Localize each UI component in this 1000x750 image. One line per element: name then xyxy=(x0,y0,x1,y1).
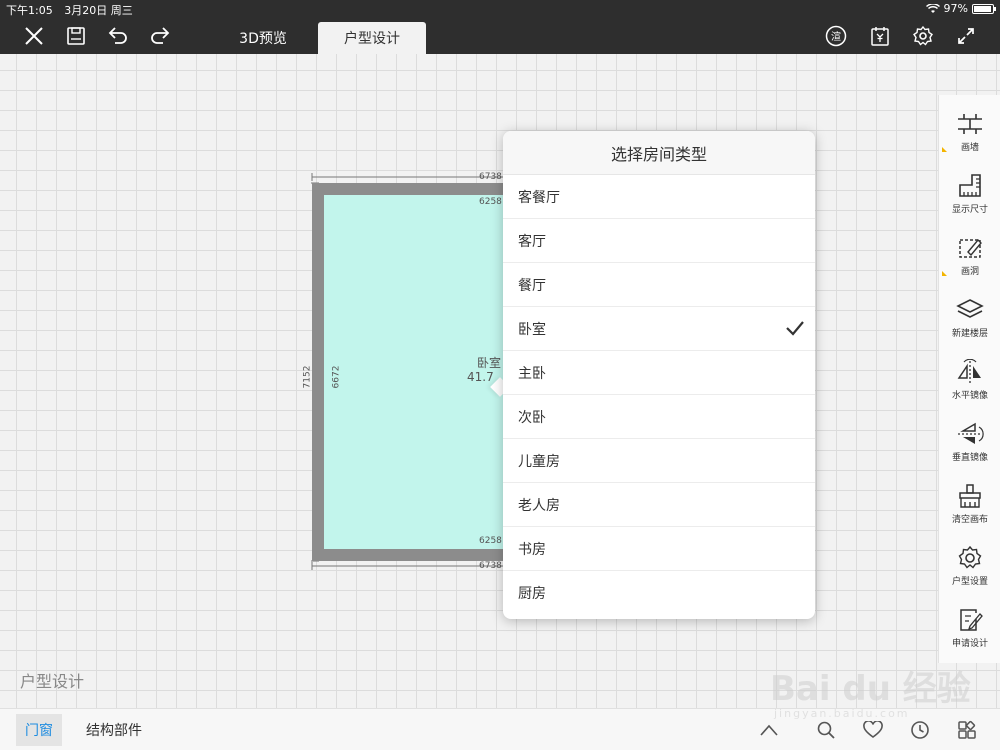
dim-outer-left: 7152 xyxy=(302,365,313,389)
side-draw-wall[interactable]: 画墙 xyxy=(939,103,1000,163)
wall-draw-icon xyxy=(958,114,982,134)
side-new-floor[interactable]: 新建楼层 xyxy=(939,289,1000,349)
brush-icon xyxy=(959,484,981,508)
baidu-watermark: Bai du 经验 jingyan.baidu.com xyxy=(770,655,980,725)
popover-title: 选择房间类型 xyxy=(503,131,815,175)
tab-doors-windows[interactable]: 门窗 xyxy=(16,714,62,746)
side-clear-canvas[interactable]: 清空画布 xyxy=(939,475,1000,535)
room-type-option-selected[interactable]: 卧室 xyxy=(503,307,815,351)
room-name-label: 卧室 xyxy=(477,356,502,370)
chevron-up-icon xyxy=(760,724,778,736)
room-type-option[interactable]: 餐厅 xyxy=(503,263,815,307)
side-mirror-vertical[interactable]: 垂直镜像 xyxy=(939,413,1000,473)
side-draw-hole[interactable]: 画洞 xyxy=(939,227,1000,287)
room-type-popover: 选择房间类型 客餐厅 客厅 餐厅 卧室 主卧 次卧 儿童房 老人房 书房 厨房 xyxy=(503,131,815,619)
layers-icon xyxy=(956,299,984,318)
room-type-option[interactable]: 客餐厅 xyxy=(503,175,815,219)
ruler-icon xyxy=(959,174,981,197)
side-mirror-horizontal[interactable]: 水平镜像 xyxy=(939,351,1000,411)
side-mark-wall xyxy=(942,147,947,152)
side-toolbar: 画墙 显示尺寸 画洞 新建楼层 水平镜像 垂直镜像 清空画布 户型设置 申请设计 xyxy=(938,95,1000,663)
tab-structure-parts[interactable]: 结构部件 xyxy=(76,714,152,746)
gear-icon xyxy=(958,545,982,569)
room-type-option[interactable]: 主卧 xyxy=(503,351,815,395)
canvas-title: 户型设计 xyxy=(20,672,85,691)
checkmark-icon xyxy=(786,321,804,336)
side-show-dimensions[interactable]: 显示尺寸 xyxy=(939,165,1000,225)
room-type-option[interactable]: 客厅 xyxy=(503,219,815,263)
dim-outer-bottom: 6738 xyxy=(479,561,502,571)
mirror-horizontal-icon xyxy=(957,359,981,383)
watermark-url: jingyan.baidu.com xyxy=(774,707,910,720)
dim-inner-bottom: 6258 xyxy=(479,536,502,546)
side-floorplan-settings[interactable]: 户型设置 xyxy=(939,537,1000,597)
room-type-option[interactable]: 老人房 xyxy=(503,483,815,527)
room-type-option[interactable]: 儿童房 xyxy=(503,439,815,483)
watermark-text: Bai du 经验 xyxy=(770,669,971,709)
dim-inner-top: 6258 xyxy=(479,197,502,207)
hole-draw-icon xyxy=(959,238,982,258)
room-type-option[interactable]: 书房 xyxy=(503,527,815,571)
room-area-label: 41.7 xyxy=(467,370,494,384)
mirror-vertical-icon xyxy=(958,422,984,444)
dim-inner-left: 6672 xyxy=(331,365,342,389)
dim-outer-top: 6738 xyxy=(479,172,502,182)
room-type-option[interactable]: 次卧 xyxy=(503,395,815,439)
side-mark-hole xyxy=(942,271,947,276)
side-apply-design[interactable]: 申请设计 xyxy=(939,599,1000,659)
room-type-option[interactable]: 厨房 xyxy=(503,571,815,615)
edit-document-icon xyxy=(960,609,983,631)
